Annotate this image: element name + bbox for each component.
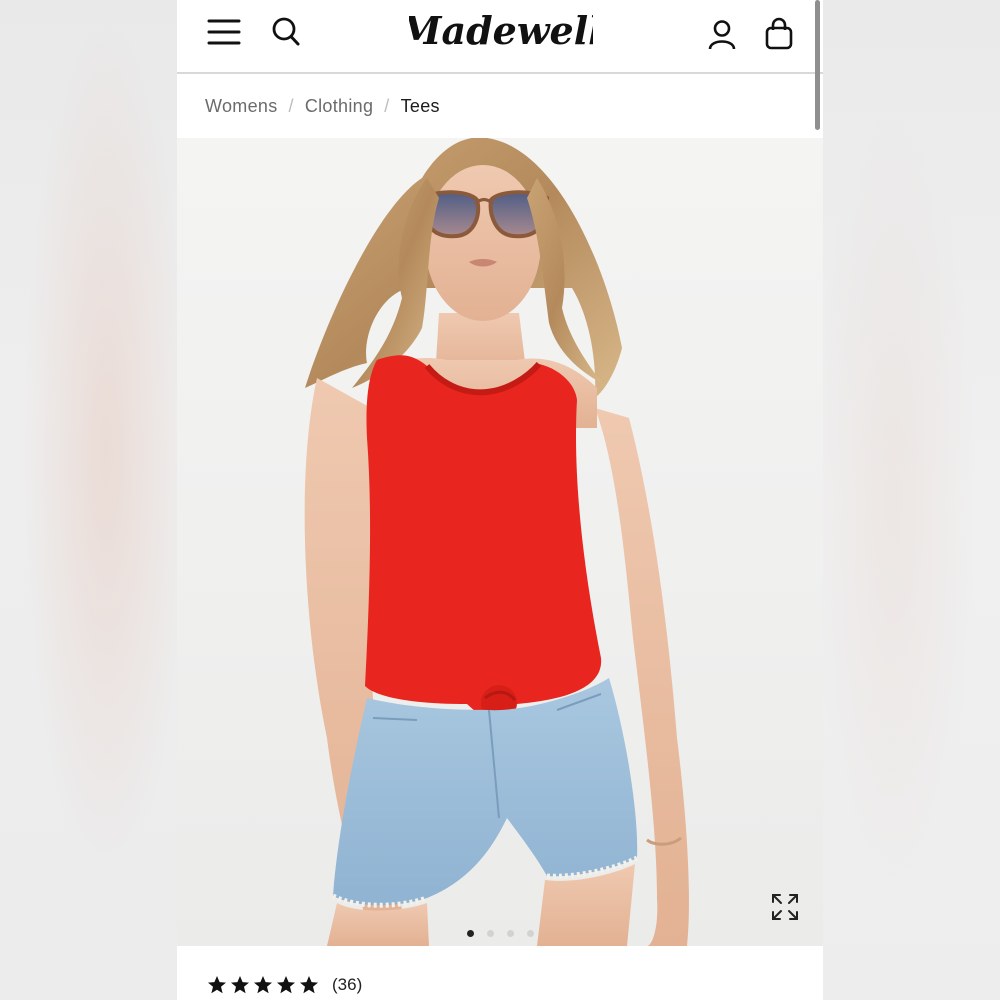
background-left bbox=[0, 0, 177, 1000]
gallery-dot[interactable] bbox=[507, 930, 514, 937]
mobile-page: Madewell Womens / Clothing / Tees (36) bbox=[177, 0, 823, 1000]
breadcrumb-womens[interactable]: Womens bbox=[205, 96, 278, 117]
gallery-dot[interactable] bbox=[487, 930, 494, 937]
site-header: Madewell bbox=[177, 0, 823, 74]
star-icon bbox=[254, 976, 272, 994]
svg-text:Madewell: Madewell bbox=[409, 8, 593, 53]
brand-logo[interactable]: Madewell bbox=[409, 6, 593, 60]
product-image[interactable] bbox=[177, 138, 823, 946]
breadcrumb: Womens / Clothing / Tees bbox=[205, 92, 440, 120]
gallery-pagination bbox=[467, 930, 534, 938]
gallery-dot[interactable] bbox=[467, 930, 474, 937]
rating-stars bbox=[207, 975, 319, 995]
star-icon bbox=[277, 976, 295, 994]
star-icon bbox=[231, 976, 249, 994]
hamburger-menu-icon[interactable] bbox=[207, 18, 241, 51]
gallery-dot[interactable] bbox=[527, 930, 534, 937]
star-icon bbox=[300, 976, 318, 994]
background-right bbox=[823, 0, 1000, 1000]
breadcrumb-separator: / bbox=[288, 95, 294, 116]
breadcrumb-tees: Tees bbox=[400, 95, 440, 116]
product-rating[interactable]: (36) bbox=[207, 972, 362, 998]
scrollbar[interactable] bbox=[815, 0, 820, 130]
search-icon[interactable] bbox=[271, 16, 301, 53]
star-icon bbox=[208, 976, 226, 994]
account-icon[interactable] bbox=[707, 19, 737, 56]
breadcrumb-clothing[interactable]: Clothing bbox=[305, 96, 373, 117]
review-count[interactable]: (36) bbox=[332, 975, 362, 995]
expand-icon[interactable] bbox=[771, 893, 799, 926]
shopping-bag-icon[interactable] bbox=[764, 17, 794, 56]
breadcrumb-separator: / bbox=[384, 95, 390, 116]
product-photo bbox=[304, 138, 689, 946]
